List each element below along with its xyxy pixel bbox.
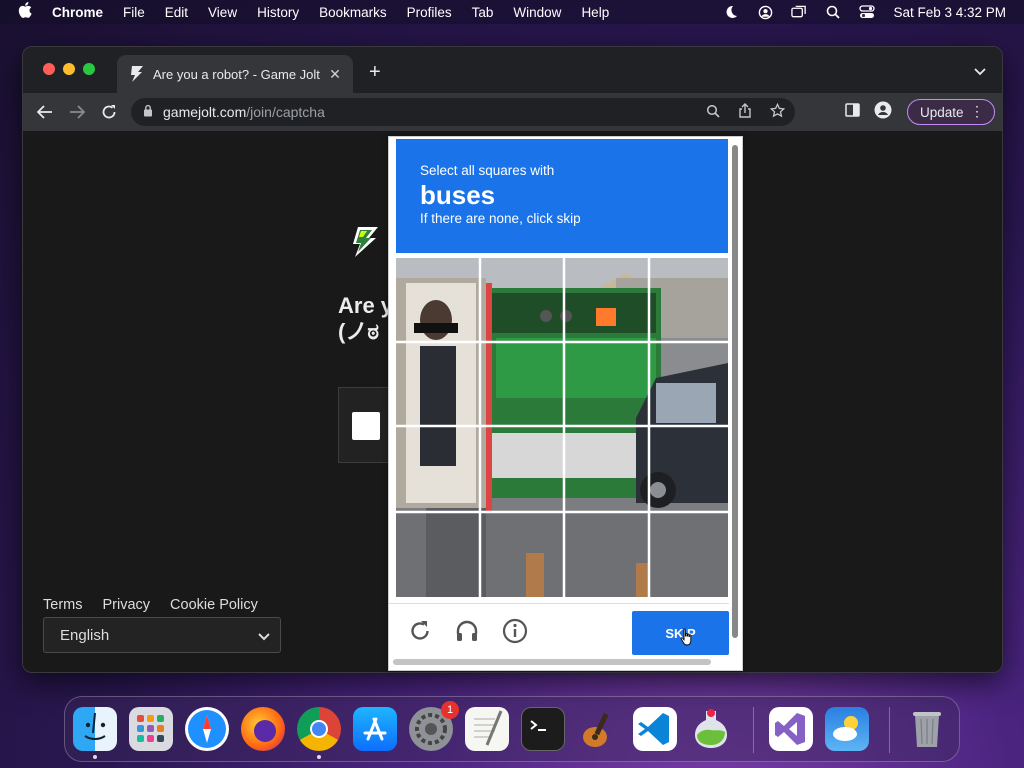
language-value: English bbox=[60, 626, 110, 644]
menu-tab[interactable]: Tab bbox=[472, 5, 494, 20]
captcha-challenge-popup: Select all squares with buses If there a… bbox=[388, 136, 743, 671]
share-icon[interactable] bbox=[738, 103, 752, 121]
trash-icon[interactable] bbox=[905, 707, 949, 751]
gamejolt-logo-icon bbox=[348, 225, 382, 259]
refresh-challenge-icon[interactable] bbox=[407, 618, 433, 644]
reload-icon[interactable] bbox=[99, 102, 119, 122]
search-icon[interactable] bbox=[825, 4, 841, 20]
dock-separator bbox=[753, 707, 754, 753]
browser-toolbar: gamejolt.com/join/captcha Update ⋮ bbox=[23, 93, 1002, 131]
update-button[interactable]: Update ⋮ bbox=[907, 99, 995, 125]
back-arrow-icon[interactable] bbox=[35, 102, 55, 122]
vscode-icon[interactable] bbox=[633, 707, 677, 751]
menu-app-name[interactable]: Chrome bbox=[52, 5, 103, 20]
audio-challenge-icon[interactable] bbox=[454, 618, 480, 644]
chevron-down-icon[interactable] bbox=[974, 63, 986, 81]
tab-title: Are you a robot? - Game Jolt bbox=[153, 66, 320, 82]
macos-dock: 1 bbox=[64, 696, 960, 762]
street-scene-image bbox=[396, 258, 728, 597]
running-indicator bbox=[317, 755, 321, 759]
captcha-hint: If there are none, click skip bbox=[420, 211, 581, 226]
url-host: gamejolt.com bbox=[163, 104, 247, 120]
bookmark-star-icon[interactable] bbox=[769, 102, 786, 121]
visual-studio-icon[interactable] bbox=[769, 707, 813, 751]
menu-history[interactable]: History bbox=[257, 5, 299, 20]
page-heading: Are y (ノಠ bbox=[338, 293, 393, 345]
url-path: /join/captcha bbox=[246, 104, 325, 120]
address-bar[interactable]: gamejolt.com/join/captcha bbox=[131, 98, 795, 126]
tab-strip: Are you a robot? - Game Jolt ✕ + bbox=[23, 47, 1002, 93]
menu-window[interactable]: Window bbox=[513, 5, 561, 20]
info-icon[interactable] bbox=[502, 618, 528, 644]
user-circle-icon[interactable] bbox=[757, 4, 773, 20]
weather-icon[interactable] bbox=[825, 707, 869, 751]
captcha-image-grid bbox=[396, 258, 728, 597]
forward-arrow-icon[interactable] bbox=[67, 102, 87, 122]
captcha-instruction: Select all squares with bbox=[420, 163, 555, 178]
potion-app-icon[interactable] bbox=[689, 707, 733, 751]
menubar-clock[interactable]: Sat Feb 3 4:32 PM bbox=[893, 5, 1006, 20]
dock-separator bbox=[889, 707, 890, 753]
launchpad-icon[interactable] bbox=[129, 707, 173, 751]
terms-link[interactable]: Terms bbox=[43, 597, 82, 613]
zoom-search-icon[interactable] bbox=[706, 104, 720, 121]
captcha-checkbox-card bbox=[338, 387, 390, 463]
hand-pointer-cursor-icon bbox=[680, 628, 694, 646]
screens-icon[interactable] bbox=[791, 4, 807, 20]
chevron-down-icon bbox=[258, 628, 270, 645]
apple-icon[interactable] bbox=[18, 2, 34, 22]
language-select[interactable]: English bbox=[43, 617, 281, 653]
moon-icon[interactable] bbox=[723, 4, 739, 20]
new-tab-icon[interactable]: + bbox=[369, 61, 381, 84]
cookie-policy-link[interactable]: Cookie Policy bbox=[170, 597, 258, 613]
active-tab[interactable]: Are you a robot? - Game Jolt ✕ bbox=[117, 55, 353, 93]
gamejolt-favicon-icon bbox=[127, 65, 145, 83]
firefox-icon[interactable] bbox=[241, 707, 285, 751]
menu-file[interactable]: File bbox=[123, 5, 145, 20]
finder-icon[interactable] bbox=[73, 707, 117, 751]
garageband-icon[interactable] bbox=[577, 707, 621, 751]
maximize-window-button[interactable] bbox=[83, 63, 95, 75]
menu-profiles[interactable]: Profiles bbox=[407, 5, 452, 20]
control-center-icon[interactable] bbox=[859, 4, 876, 20]
menu-view[interactable]: View bbox=[208, 5, 237, 20]
more-options-icon[interactable]: ⋮ bbox=[970, 103, 984, 120]
minimize-window-button[interactable] bbox=[63, 63, 75, 75]
chrome-icon[interactable] bbox=[297, 707, 341, 751]
menu-help[interactable]: Help bbox=[581, 5, 609, 20]
terminal-icon[interactable] bbox=[521, 707, 565, 751]
macos-menubar: Chrome File Edit View History Bookmarks … bbox=[0, 0, 1024, 24]
captcha-header: Select all squares with buses If there a… bbox=[396, 139, 728, 253]
update-label: Update bbox=[920, 104, 964, 120]
close-window-button[interactable] bbox=[43, 63, 55, 75]
notification-badge: 1 bbox=[441, 701, 459, 719]
horizontal-scrollbar[interactable] bbox=[393, 659, 711, 665]
side-panel-icon[interactable] bbox=[845, 103, 860, 122]
captcha-checkbox[interactable] bbox=[352, 412, 380, 440]
close-tab-icon[interactable]: ✕ bbox=[327, 66, 343, 83]
vertical-scrollbar[interactable] bbox=[732, 145, 738, 638]
privacy-link[interactable]: Privacy bbox=[102, 597, 150, 613]
app-store-icon[interactable] bbox=[353, 707, 397, 751]
safari-icon[interactable] bbox=[185, 707, 229, 751]
menu-bookmarks[interactable]: Bookmarks bbox=[319, 5, 387, 20]
menu-edit[interactable]: Edit bbox=[165, 5, 188, 20]
heading-line-1: Are y bbox=[338, 293, 394, 318]
captcha-target: buses bbox=[420, 180, 496, 210]
heading-line-2: (ノಠ bbox=[338, 319, 379, 344]
textedit-icon[interactable] bbox=[465, 707, 509, 751]
running-indicator bbox=[93, 755, 97, 759]
footer-links: Terms Privacy Cookie Policy bbox=[43, 597, 258, 613]
lock-icon[interactable] bbox=[143, 104, 153, 120]
profile-avatar-icon[interactable] bbox=[874, 101, 892, 124]
window-controls bbox=[43, 63, 95, 75]
